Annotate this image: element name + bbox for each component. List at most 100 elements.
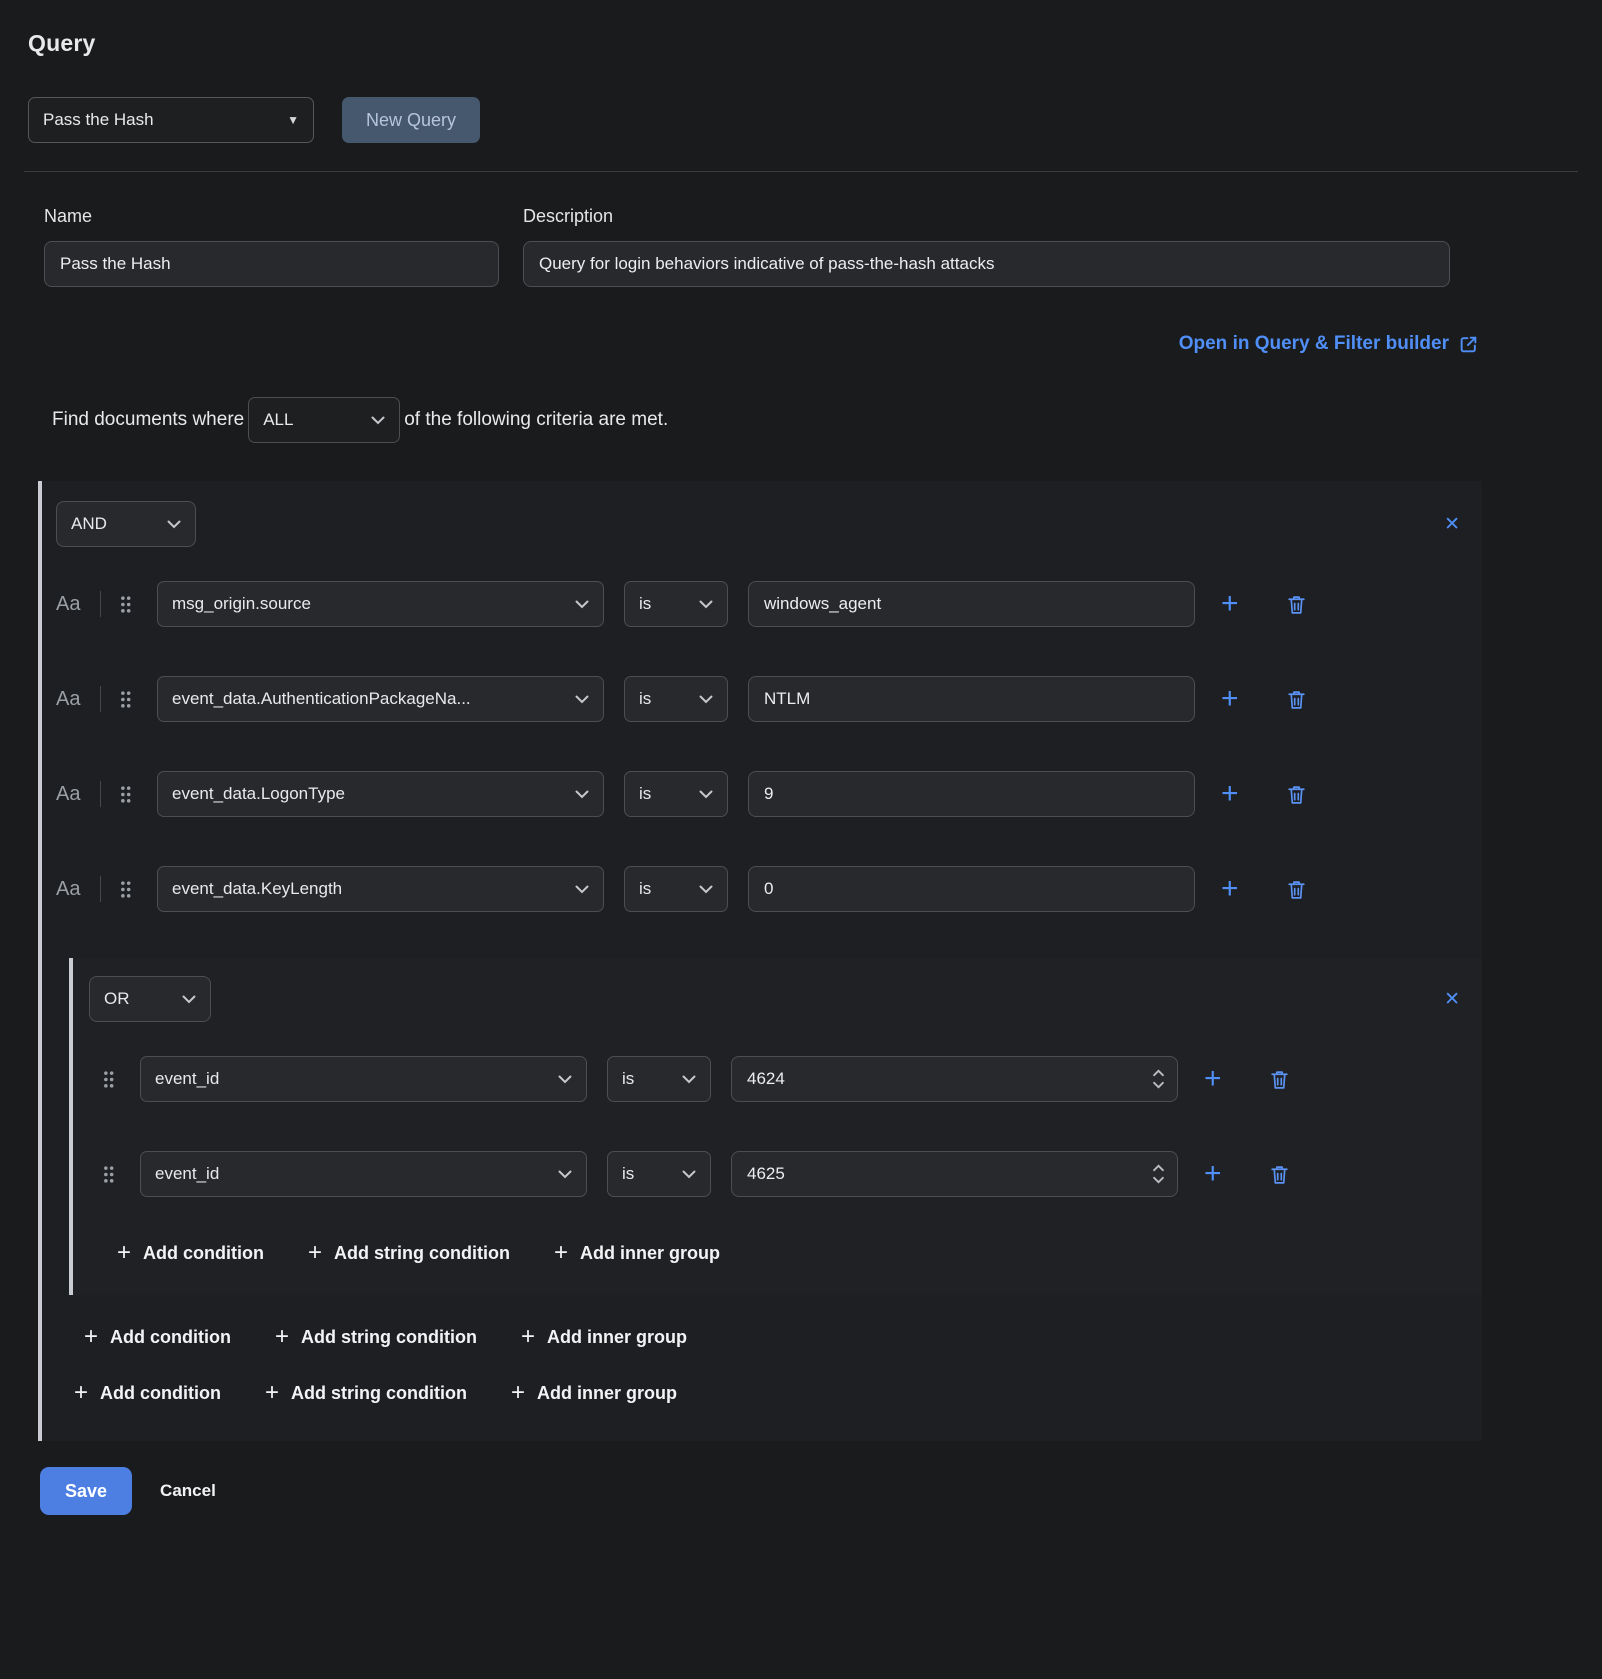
trash-icon[interactable] — [1270, 1164, 1289, 1185]
add-value-icon[interactable]: + — [1221, 684, 1239, 714]
external-link-icon — [1459, 335, 1478, 354]
description-label: Description — [523, 206, 1450, 227]
string-type-icon[interactable]: Aa — [56, 593, 86, 616]
row-divider — [100, 591, 101, 617]
add-condition-link[interactable]: +Add condition — [74, 1381, 221, 1405]
description-input[interactable] — [523, 241, 1450, 287]
field-select[interactable]: event_data.AuthenticationPackageNa... — [157, 676, 604, 722]
save-button[interactable]: Save — [40, 1467, 132, 1515]
condition-row: Aa event_data.KeyLength is + — [56, 866, 1482, 912]
add-condition-link[interactable]: +Add condition — [84, 1325, 231, 1349]
row-divider — [100, 876, 101, 902]
drag-handle-icon[interactable] — [119, 880, 132, 899]
open-query-filter-builder-link[interactable]: Open in Query & Filter builder — [1179, 333, 1478, 355]
chevron-down-icon — [558, 1075, 572, 1084]
value-input[interactable] — [748, 581, 1195, 627]
operator-select[interactable]: is — [607, 1056, 711, 1102]
value-input[interactable] — [748, 866, 1195, 912]
add-links-row: +Add condition +Add string condition +Ad… — [84, 1325, 1482, 1349]
string-type-icon[interactable]: Aa — [56, 783, 86, 806]
match-type-select[interactable]: ALL — [248, 397, 400, 443]
chevron-down-icon — [699, 695, 713, 704]
plus-icon: + — [74, 1381, 88, 1405]
divider — [24, 171, 1578, 172]
field-select[interactable]: event_id — [140, 1151, 587, 1197]
field-select[interactable]: event_data.KeyLength — [157, 866, 604, 912]
add-value-icon[interactable]: + — [1204, 1064, 1222, 1094]
find-documents-row: Find documents where ALL of the followin… — [52, 397, 1578, 443]
condition-row: event_id is + — [89, 1151, 1482, 1197]
or-group: OR ✕ event_id is — [69, 958, 1482, 1295]
chevron-down-icon — [371, 416, 385, 425]
chevron-down-icon — [699, 790, 713, 799]
toolbar: Pass the Hash ▼ New Query — [28, 97, 1578, 143]
trash-icon[interactable] — [1270, 1069, 1289, 1090]
chevron-down-icon — [682, 1170, 696, 1179]
value-number-input[interactable] — [731, 1056, 1178, 1102]
add-value-icon[interactable]: + — [1221, 779, 1239, 809]
value-input[interactable] — [748, 771, 1195, 817]
operator-select[interactable]: is — [624, 581, 728, 627]
saved-query-select-value: Pass the Hash — [43, 110, 154, 130]
string-type-icon[interactable]: Aa — [56, 688, 86, 711]
add-condition-link[interactable]: +Add condition — [117, 1241, 264, 1265]
string-type-icon[interactable]: Aa — [56, 878, 86, 901]
add-inner-group-link[interactable]: +Add inner group — [511, 1381, 677, 1405]
remove-group-icon[interactable]: ✕ — [1444, 515, 1460, 534]
add-string-condition-link[interactable]: +Add string condition — [265, 1381, 467, 1405]
operator-select[interactable]: is — [607, 1151, 711, 1197]
plus-icon: + — [521, 1325, 535, 1349]
or-operator-select[interactable]: OR — [89, 976, 211, 1022]
condition-row: Aa event_data.AuthenticationPackageNa...… — [56, 676, 1482, 722]
chevron-down-icon — [699, 600, 713, 609]
field-select[interactable]: event_id — [140, 1056, 587, 1102]
trash-icon[interactable] — [1287, 879, 1306, 900]
add-value-icon[interactable]: + — [1221, 589, 1239, 619]
add-links-row: +Add condition +Add string condition +Ad… — [117, 1241, 1482, 1265]
add-value-icon[interactable]: + — [1204, 1159, 1222, 1189]
new-query-button[interactable]: New Query — [342, 97, 480, 143]
chevron-down-icon — [558, 1170, 572, 1179]
find-prefix-text: Find documents where — [52, 409, 244, 431]
add-inner-group-link[interactable]: +Add inner group — [554, 1241, 720, 1265]
drag-handle-icon[interactable] — [102, 1165, 115, 1184]
footer-actions: Save Cancel — [40, 1467, 1578, 1515]
trash-icon[interactable] — [1287, 784, 1306, 805]
add-value-icon[interactable]: + — [1221, 874, 1239, 904]
row-divider — [100, 781, 101, 807]
add-inner-group-link[interactable]: +Add inner group — [521, 1325, 687, 1349]
chevron-down-icon — [182, 995, 196, 1004]
field-select[interactable]: event_data.LogonType — [157, 771, 604, 817]
find-suffix-text: of the following criteria are met. — [404, 409, 668, 431]
and-operator-select[interactable]: AND — [56, 501, 196, 547]
drag-handle-icon[interactable] — [119, 785, 132, 804]
plus-icon: + — [308, 1241, 322, 1265]
cancel-button[interactable]: Cancel — [160, 1481, 216, 1501]
drag-handle-icon[interactable] — [119, 690, 132, 709]
remove-group-icon[interactable]: ✕ — [1444, 990, 1460, 1009]
chevron-down-icon — [167, 520, 181, 529]
operator-select[interactable]: is — [624, 676, 728, 722]
operator-select[interactable]: is — [624, 771, 728, 817]
name-input[interactable] — [44, 241, 499, 287]
trash-icon[interactable] — [1287, 689, 1306, 710]
chevron-down-icon — [682, 1075, 696, 1084]
condition-row: Aa msg_origin.source is + — [56, 581, 1482, 627]
plus-icon: + — [265, 1381, 279, 1405]
add-string-condition-link[interactable]: +Add string condition — [275, 1325, 477, 1349]
drag-handle-icon[interactable] — [119, 595, 132, 614]
caret-down-icon: ▼ — [287, 113, 299, 127]
add-string-condition-link[interactable]: +Add string condition — [308, 1241, 510, 1265]
saved-query-select[interactable]: Pass the Hash ▼ — [28, 97, 314, 143]
number-spinner[interactable] — [1153, 1070, 1164, 1089]
trash-icon[interactable] — [1287, 594, 1306, 615]
value-number-input[interactable] — [731, 1151, 1178, 1197]
value-input[interactable] — [748, 676, 1195, 722]
operator-select[interactable]: is — [624, 866, 728, 912]
name-label: Name — [44, 206, 499, 227]
number-spinner[interactable] — [1153, 1165, 1164, 1184]
drag-handle-icon[interactable] — [102, 1070, 115, 1089]
query-editor-panel: Query Pass the Hash ▼ New Query Name Des… — [0, 0, 1602, 1679]
plus-icon: + — [275, 1325, 289, 1349]
field-select[interactable]: msg_origin.source — [157, 581, 604, 627]
